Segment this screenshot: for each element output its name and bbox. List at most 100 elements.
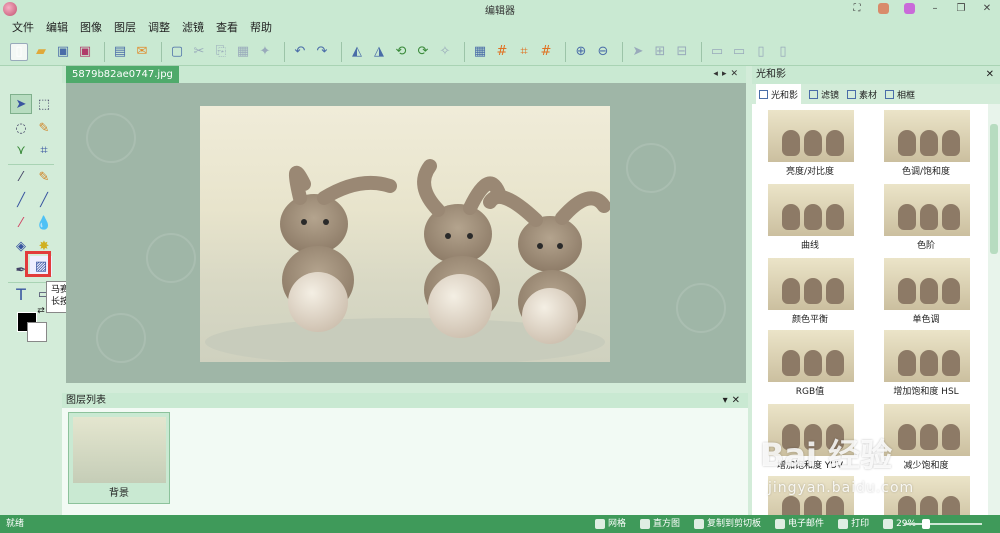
title-bar: 编辑器 ⛶ – ❐ ✕: [0, 0, 1000, 18]
effects-panel-header: 光和影 ✕: [752, 66, 1000, 84]
grid-orange-1-icon[interactable]: #: [493, 43, 511, 61]
zoom-slider-track[interactable]: [904, 523, 982, 525]
mosaic-tool-highlight: [25, 251, 51, 277]
clipboard-icon: [694, 519, 705, 529]
menu-help[interactable]: 帮助: [244, 18, 278, 38]
rotate-left-icon[interactable]: ⟲: [392, 43, 410, 61]
copy-clipboard-button[interactable]: 复制到剪切板: [694, 515, 761, 533]
brush-icon[interactable]: ╱: [33, 190, 55, 210]
rotate-free-icon[interactable]: ✧: [436, 43, 454, 61]
paste-icon[interactable]: ▦: [234, 43, 252, 61]
print-icon[interactable]: ▤: [111, 43, 129, 61]
save-as-icon[interactable]: ▣: [76, 43, 94, 61]
eyedropper-icon[interactable]: ⁄: [10, 167, 32, 187]
grid-orange-3-icon[interactable]: #: [537, 43, 555, 61]
lasso-icon[interactable]: ◌: [10, 118, 32, 138]
document-tab[interactable]: 5879b82ae0747.jpg: [66, 66, 179, 83]
effect-item[interactable]: 增加饱和度 YUV: [760, 400, 860, 471]
effect-item[interactable]: 单色调: [876, 254, 976, 325]
swap-colors-icon[interactable]: ⇄: [36, 306, 46, 316]
email-icon[interactable]: ✉: [133, 43, 151, 61]
status-ready: 就绪: [6, 519, 25, 529]
effect-item[interactable]: RGB值: [760, 326, 860, 397]
polygon-select-icon[interactable]: ⋎: [10, 140, 32, 160]
minimize-button[interactable]: –: [922, 0, 948, 18]
effect-item[interactable]: 颜色平衡: [760, 254, 860, 325]
tab-materials[interactable]: 素材: [847, 84, 877, 104]
background-color[interactable]: [27, 322, 47, 342]
tab-frames[interactable]: 相框: [885, 84, 915, 104]
menu-adjust[interactable]: 调整: [142, 18, 176, 38]
open-folder-icon[interactable]: ▰: [32, 43, 50, 61]
histogram-button[interactable]: 直方图: [640, 515, 680, 533]
align-bottom-icon[interactable]: ▯: [774, 43, 792, 61]
magic-wand-icon[interactable]: ✎: [33, 118, 55, 138]
fit-window-icon[interactable]: ⊞: [651, 43, 669, 61]
effect-item[interactable]: 亮度/对比度: [760, 106, 860, 177]
effect-item[interactable]: 减少饱和度: [876, 400, 976, 471]
menu-image[interactable]: 图像: [74, 18, 108, 38]
document-tab-bar: 5879b82ae0747.jpg ◂▸✕: [62, 66, 746, 83]
layers-panel: 背景: [62, 408, 748, 515]
save-icon[interactable]: ▣: [54, 43, 72, 61]
align-top-icon[interactable]: ▯: [752, 43, 770, 61]
effects-scrollbar[interactable]: [988, 104, 1000, 515]
clear-icon[interactable]: ✦: [256, 43, 274, 61]
new-file-icon[interactable]: ▯: [10, 42, 28, 61]
zoom-out-icon[interactable]: ⊖: [594, 43, 612, 61]
close-icon[interactable]: ✕: [986, 66, 994, 84]
zoom-slider-knob[interactable]: [922, 519, 930, 529]
menu-view[interactable]: 查看: [210, 18, 244, 38]
tab-nav-controls[interactable]: ◂▸✕: [713, 66, 742, 83]
grid-orange-2-icon[interactable]: ⌗: [515, 43, 533, 61]
fullscreen-icon[interactable]: ⛶: [844, 0, 870, 18]
blur-drop-icon[interactable]: 💧: [33, 213, 55, 233]
cut-icon[interactable]: ✂: [190, 43, 208, 61]
align-center-icon[interactable]: ▭: [730, 43, 748, 61]
select-all-icon[interactable]: ▢: [168, 43, 186, 61]
layer-item[interactable]: 背景: [68, 412, 170, 504]
main-toolbar: ▯ ▰ ▣ ▣ ▤ ✉ ▢ ✂ ⎘ ▦ ✦ ↶ ↷ ◭ ◮ ⟲ ⟳ ✧ ▦ # …: [0, 38, 1000, 66]
menu-layer[interactable]: 图层: [108, 18, 142, 38]
copy-icon[interactable]: ⎘: [212, 43, 230, 61]
effect-item[interactable]: 曲线: [760, 180, 860, 251]
flip-vertical-icon[interactable]: ◮: [370, 43, 388, 61]
user-avatar-icon[interactable]: [870, 0, 896, 18]
document-image[interactable]: [200, 106, 610, 362]
effect-item[interactable]: [876, 472, 976, 515]
rect-select-icon[interactable]: ⬚: [33, 94, 55, 114]
menu-file[interactable]: 文件: [6, 18, 40, 38]
effects-grid: 亮度/对比度 色调/饱和度 曲线 色阶 颜色平衡 单色调 RGB值 增加饱和度 …: [752, 104, 988, 515]
effect-item[interactable]: 色调/饱和度: [876, 106, 976, 177]
menu-edit[interactable]: 编辑: [40, 18, 74, 38]
move-tool-icon[interactable]: ➤: [10, 94, 32, 114]
zoom-in-icon[interactable]: ⊕: [572, 43, 590, 61]
undo-icon[interactable]: ↶: [291, 43, 309, 61]
actual-size-icon[interactable]: ⊟: [673, 43, 691, 61]
grid-button[interactable]: 网格: [595, 515, 626, 533]
layers-panel-title: 图层列表: [66, 395, 106, 406]
skin-icon[interactable]: [896, 0, 922, 18]
effect-item[interactable]: [760, 472, 860, 515]
print-button[interactable]: 打印: [838, 515, 869, 533]
flip-horizontal-icon[interactable]: ◭: [348, 43, 366, 61]
close-button[interactable]: ✕: [974, 0, 1000, 18]
tab-light-shadow[interactable]: 光和影: [756, 84, 802, 104]
effect-item[interactable]: 色阶: [876, 180, 976, 251]
text-tool-icon[interactable]: T: [10, 284, 32, 304]
rotate-right-icon[interactable]: ⟳: [414, 43, 432, 61]
effect-item[interactable]: 增加饱和度 HSL: [876, 326, 976, 397]
email-button[interactable]: 电子邮件: [775, 515, 824, 533]
line-icon[interactable]: ╱: [10, 190, 32, 210]
menu-filter[interactable]: 滤镜: [176, 18, 210, 38]
align-left-icon[interactable]: ▭: [708, 43, 726, 61]
pencil-icon[interactable]: ✎: [33, 167, 55, 187]
crop-icon[interactable]: ⌗: [33, 140, 55, 160]
tab-filters[interactable]: 滤镜: [809, 84, 839, 104]
grid-toggle-icon[interactable]: ▦: [471, 43, 489, 61]
redo-icon[interactable]: ↷: [313, 43, 331, 61]
restore-button[interactable]: ❐: [948, 0, 974, 18]
pointer-icon[interactable]: ➤: [629, 43, 647, 61]
eraser-icon[interactable]: ⁄: [10, 213, 32, 233]
layers-panel-controls[interactable]: ▾✕: [723, 393, 744, 408]
